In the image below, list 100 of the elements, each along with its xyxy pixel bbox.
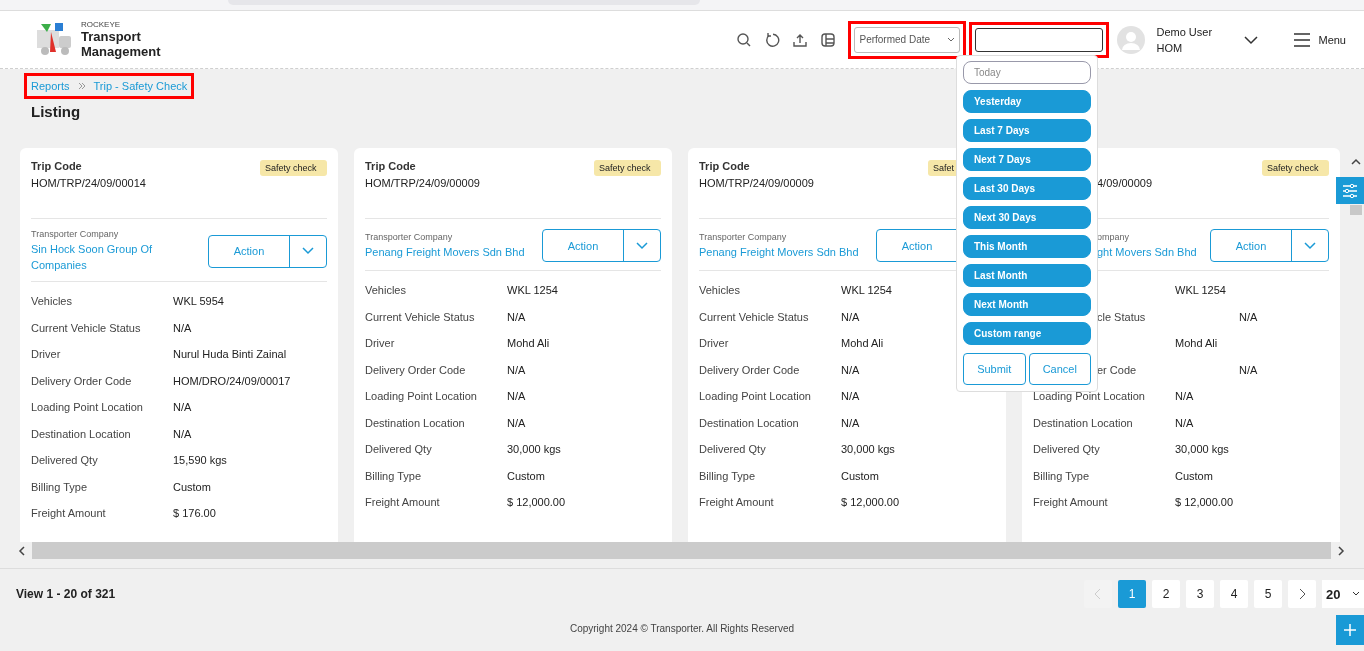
scroll-left-icon[interactable]	[16, 544, 28, 557]
filter-button[interactable]	[1336, 177, 1364, 204]
chevron-right-icon	[1298, 588, 1306, 600]
scroll-thumb[interactable]	[32, 542, 1331, 559]
field-label: Driver	[365, 337, 395, 350]
breadcrumb-link[interactable]: Reports	[31, 80, 70, 92]
date-range-field[interactable]	[975, 27, 1104, 52]
caret-icon	[947, 36, 956, 43]
page-button[interactable]: 1	[1118, 580, 1146, 608]
field-label: Delivery Order Code	[699, 363, 800, 376]
field-label: Freight Amount	[699, 496, 774, 509]
page-button[interactable]: 3	[1186, 580, 1214, 608]
page-button[interactable]: 4	[1220, 580, 1248, 608]
field-value: $ 176.00	[173, 507, 216, 520]
menu-label[interactable]: Menu	[1318, 33, 1346, 46]
field-label: Delivered Qty	[699, 443, 766, 456]
range-option[interactable]: Next Month	[963, 293, 1091, 316]
range-option[interactable]: Last 7 Days	[963, 119, 1091, 142]
layout-icon[interactable]	[820, 31, 837, 48]
field-label: Freight Amount	[31, 507, 106, 520]
scroll-right-icon[interactable]	[1335, 544, 1347, 557]
app-title: Management	[81, 44, 161, 59]
action-button[interactable]: Action	[208, 234, 327, 268]
field-value: WKL 1254	[1175, 284, 1226, 297]
field-label: Loading Point Location	[31, 401, 143, 414]
field-label: Delivered Qty	[365, 443, 432, 456]
field-label: cle Status	[1097, 310, 1146, 323]
range-option[interactable]: Last 30 Days	[963, 177, 1091, 200]
range-option[interactable]: This Month	[963, 235, 1091, 258]
caret-icon	[302, 247, 314, 255]
field-label: Freight Amount	[365, 496, 440, 509]
field-label: er Code	[1097, 363, 1137, 376]
range-option[interactable]: Next 7 Days	[963, 148, 1091, 171]
action-button[interactable]: Action	[1210, 229, 1329, 262]
field-value: N/A	[507, 416, 526, 429]
action-button[interactable]: Action	[542, 229, 661, 262]
field-value: Mohd Ali	[1175, 337, 1218, 350]
field-value: Mohd Ali	[507, 337, 550, 350]
caret-icon	[1352, 591, 1360, 597]
menu-icon[interactable]	[1294, 32, 1311, 47]
company-link[interactable]: ght Movers Sdn Bhd	[1097, 243, 1197, 260]
field-value: Custom	[1175, 469, 1213, 482]
page-button[interactable]: 5	[1254, 580, 1282, 608]
field-value: N/A	[841, 416, 860, 429]
field-label: Billing Type	[31, 480, 88, 493]
field-label: Driver	[699, 337, 729, 350]
field-label: Delivered Qty	[1033, 443, 1100, 456]
trip-code-label: Trip Code	[31, 160, 82, 172]
range-option[interactable]: Next 30 Days	[963, 206, 1091, 229]
field-label: Loading Point Location	[1033, 390, 1145, 403]
copyright-text: Copyright 2024 © Transporter. All Rights Reserved	[569, 623, 795, 634]
field-value: N/A	[841, 363, 860, 376]
field-label: Destination Location	[31, 427, 131, 440]
field-value: $ 12,000.00	[841, 496, 900, 509]
refresh-icon[interactable]	[764, 31, 781, 48]
plus-icon	[1344, 624, 1356, 636]
range-option[interactable]: Yesterday	[963, 90, 1091, 113]
page-button[interactable]: 2	[1152, 580, 1180, 608]
search-icon[interactable]	[736, 31, 753, 48]
company-label: Transporter Company	[699, 231, 787, 242]
scroll-up-icon[interactable]	[1350, 157, 1362, 167]
scroll-thumb[interactable]	[1350, 205, 1362, 215]
field-value: Custom	[841, 469, 879, 482]
company-link[interactable]: Penang Freight Movers Sdn Bhd	[699, 243, 859, 260]
field-label: Billing Type	[1033, 469, 1090, 482]
company-link[interactable]: Penang Freight Movers Sdn Bhd	[365, 243, 525, 260]
range-option[interactable]: Custom range	[963, 322, 1091, 345]
trip-code: 4/09/00009	[1097, 177, 1153, 189]
field-value: 15,590 kgs	[173, 454, 227, 467]
field-value: 30,000 kgs	[1175, 443, 1229, 456]
field-label: Current Vehicle Status	[699, 310, 809, 323]
caret-icon	[636, 241, 648, 250]
company-link[interactable]: Sin Hock Soon Group Of Companies	[31, 241, 196, 273]
field-value: N/A	[507, 310, 526, 323]
field-value: N/A	[173, 427, 192, 440]
sliders-icon	[1342, 183, 1358, 198]
field-value: WKL 5954	[173, 295, 224, 308]
field-value: N/A	[173, 321, 192, 334]
date-type-select[interactable]: Performed Date	[854, 26, 961, 53]
range-option[interactable]: Last Month	[963, 264, 1091, 287]
breadcrumb-link[interactable]: Trip - Safety Check	[93, 80, 188, 92]
caret-icon	[1304, 241, 1316, 250]
user-name: Demo User	[1156, 24, 1214, 40]
field-value: WKL 1254	[841, 284, 892, 297]
cancel-button[interactable]: Cancel	[1028, 353, 1091, 385]
trip-code: HOM/TRP/24/09/00009	[699, 177, 814, 189]
field-label: Driver	[31, 348, 61, 361]
page-size-select[interactable]: 20	[1322, 580, 1364, 608]
status-badge: Safety check	[1262, 160, 1329, 176]
field-label: Billing Type	[699, 469, 756, 482]
page-title: Listing	[31, 103, 82, 120]
trip-code-label: Trip Code	[365, 160, 416, 172]
field-value: N/A	[1239, 310, 1258, 323]
field-value: Custom	[173, 480, 211, 493]
field-label: Current Vehicle Status	[365, 310, 475, 323]
field-value: 30,000 kgs	[507, 443, 561, 456]
field-value: N/A	[507, 390, 526, 403]
field-label: Current Vehicle Status	[31, 321, 141, 334]
submit-button[interactable]: Submit	[963, 353, 1026, 385]
field-value: Nurul Huda Binti Zainal	[173, 348, 287, 361]
